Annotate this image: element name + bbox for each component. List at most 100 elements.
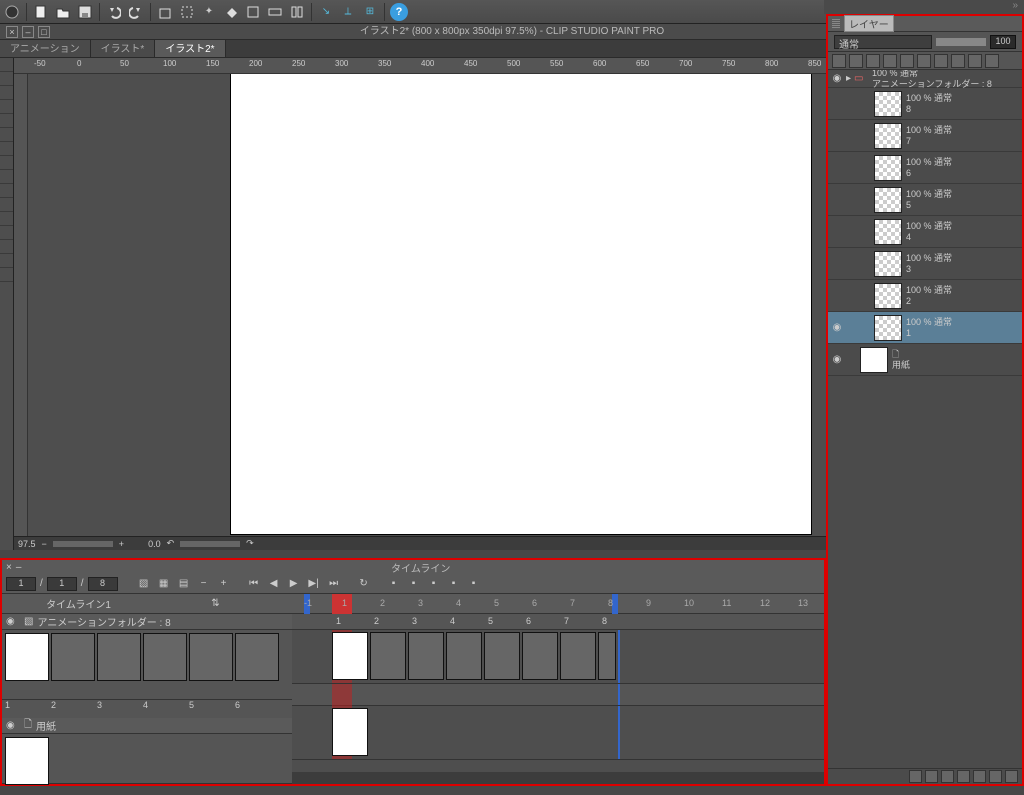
visibility-icon[interactable]: ◉ (828, 73, 846, 84)
rotate-left-icon[interactable]: ↶ (167, 538, 175, 549)
layer-tool-icon[interactable] (832, 54, 846, 68)
loop-icon[interactable]: ↻ (356, 576, 372, 592)
minimize-window-icon[interactable]: – (22, 26, 34, 38)
track-visibility-icon[interactable]: ◉ (6, 720, 20, 731)
timeline-btn3-icon[interactable]: ▤ (176, 576, 192, 592)
snap-icon[interactable]: ↘ (316, 2, 336, 22)
tool2-icon[interactable] (265, 2, 285, 22)
layer-row[interactable]: 100 % 通常8 (828, 88, 1022, 120)
timeline-hscroll[interactable] (292, 772, 824, 784)
blend-mode-select[interactable]: 通常 (834, 35, 932, 49)
zoom-in-icon[interactable]: + (119, 539, 124, 549)
tool1-icon[interactable]: ✦ (199, 2, 219, 22)
timeline-name[interactable]: タイムライン1 (10, 596, 147, 611)
start-frame-field[interactable]: 1 (6, 577, 36, 591)
zoom-out-tl-icon[interactable]: − (196, 576, 212, 592)
tl-opt3-icon[interactable]: ▪ (426, 576, 442, 592)
go-start-icon[interactable]: ⏮ (246, 576, 262, 592)
layer-action1-icon[interactable] (941, 770, 954, 783)
end-frame-field[interactable]: 8 (88, 577, 118, 591)
timeline-new-icon[interactable]: ▧ (136, 576, 152, 592)
tl-opt2-icon[interactable]: ▪ (406, 576, 422, 592)
visibility-icon[interactable]: ◉ (828, 322, 846, 333)
fill-icon[interactable] (221, 2, 241, 22)
opacity-field[interactable]: 100 (990, 35, 1016, 49)
layer-list[interactable]: ◉ ▸ ▭ 100 % 通常アニメーションフォルダー : 8 100 % 通常8… (828, 70, 1022, 768)
track-folder-label: アニメーションフォルダー : 8 (37, 614, 170, 629)
tl-opt1-icon[interactable]: ▪ (386, 576, 402, 592)
close-window-icon[interactable]: × (6, 26, 18, 38)
layer-label: 100 % 通常7 (906, 125, 1022, 147)
folder-track[interactable] (292, 630, 824, 684)
paper-cel-thumb[interactable] (5, 737, 49, 785)
layer-panel-title[interactable]: レイヤー (844, 15, 894, 32)
tab-illust2[interactable]: イラスト2* (155, 38, 225, 57)
trash-icon[interactable] (1005, 770, 1018, 783)
layer-action4-icon[interactable] (989, 770, 1002, 783)
save-icon[interactable] (75, 2, 95, 22)
frame-cel[interactable] (332, 632, 368, 680)
rotate-right-icon[interactable]: ↷ (246, 538, 254, 549)
tl-opt5-icon[interactable]: ▪ (466, 576, 482, 592)
frame-ruler[interactable]: 12345678 (292, 614, 824, 630)
visibility-icon[interactable]: ◉ (828, 354, 846, 365)
go-end-icon[interactable]: ⏭ (326, 576, 342, 592)
paper-track[interactable] (292, 706, 824, 760)
help-button[interactable]: ? (389, 2, 409, 22)
layer-row[interactable]: 100 % 通常3 (828, 248, 1022, 280)
deselect-icon[interactable] (177, 2, 197, 22)
tab-illust1[interactable]: イラスト* (91, 38, 156, 57)
tl-opt4-icon[interactable]: ▪ (446, 576, 462, 592)
play-icon[interactable]: ▶ (286, 576, 302, 592)
timeline-right[interactable]: -112345678910111213 12345678 (292, 594, 824, 784)
opacity-slider[interactable] (936, 38, 986, 46)
layer-label: 100 % 通常3 (906, 253, 1022, 275)
clip-studio-icon[interactable] (2, 2, 22, 22)
maximize-window-icon[interactable]: □ (38, 26, 50, 38)
layer-action3-icon[interactable] (973, 770, 986, 783)
frame-cel[interactable] (332, 708, 368, 756)
layer-row[interactable]: 100 % 通常7 (828, 120, 1022, 152)
current-frame-field[interactable]: 1 (47, 577, 77, 591)
timeline-ruler[interactable]: -112345678910111213 (292, 594, 824, 614)
cel-thumb[interactable] (51, 633, 95, 681)
layer-panel: レイヤー 通常 100 ◉ ▸ ▭ 100 % 通常アニメーションフォルダー :… (826, 14, 1024, 786)
next-frame-icon[interactable]: ▶| (306, 576, 322, 592)
layer-row[interactable]: 100 % 通常4 (828, 216, 1022, 248)
cel-thumb[interactable] (5, 633, 49, 681)
zoom-out-icon[interactable]: − (42, 539, 47, 549)
layer-row[interactable]: 100 % 通常2 (828, 280, 1022, 312)
delete-icon[interactable] (155, 2, 175, 22)
cel-thumb[interactable] (143, 633, 187, 681)
undo-icon[interactable] (104, 2, 124, 22)
stepper-icon[interactable]: ⇅ (147, 598, 284, 609)
layer-row[interactable]: ◉ 100 % 通常1 (828, 312, 1022, 344)
panel-collapse-strip[interactable] (824, 0, 1024, 14)
zoom-in-tl-icon[interactable]: + (216, 576, 232, 592)
layer-folder-row[interactable]: ◉ ▸ ▭ 100 % 通常アニメーションフォルダー : 8 (828, 70, 1022, 88)
layer-row[interactable]: 100 % 通常5 (828, 184, 1022, 216)
track-visibility-icon[interactable]: ◉ (6, 616, 20, 627)
panel-grip-icon[interactable] (832, 19, 840, 29)
new-folder-icon[interactable] (925, 770, 938, 783)
layer-action2-icon[interactable] (957, 770, 970, 783)
tool3-icon[interactable] (287, 2, 307, 22)
ruler-snap-icon[interactable]: ⟂ (338, 2, 358, 22)
cel-thumb[interactable] (189, 633, 233, 681)
canvas-paper[interactable] (231, 74, 811, 534)
grid-snap-icon[interactable]: ⊞ (360, 2, 380, 22)
cel-thumb[interactable] (235, 633, 279, 681)
cel-thumb[interactable] (97, 633, 141, 681)
paper-layer-row[interactable]: ◉ 🗋用紙 (828, 344, 1022, 376)
tool-slot[interactable] (0, 58, 13, 72)
scale-icon[interactable] (243, 2, 263, 22)
new-layer-icon[interactable] (909, 770, 922, 783)
collapse-icon[interactable]: × (6, 562, 12, 573)
new-icon[interactable] (31, 2, 51, 22)
prev-frame-icon[interactable]: ◀ (266, 576, 282, 592)
tab-animation[interactable]: アニメーション (0, 38, 91, 57)
open-icon[interactable] (53, 2, 73, 22)
timeline-btn2-icon[interactable]: ▦ (156, 576, 172, 592)
redo-icon[interactable] (126, 2, 146, 22)
layer-row[interactable]: 100 % 通常6 (828, 152, 1022, 184)
